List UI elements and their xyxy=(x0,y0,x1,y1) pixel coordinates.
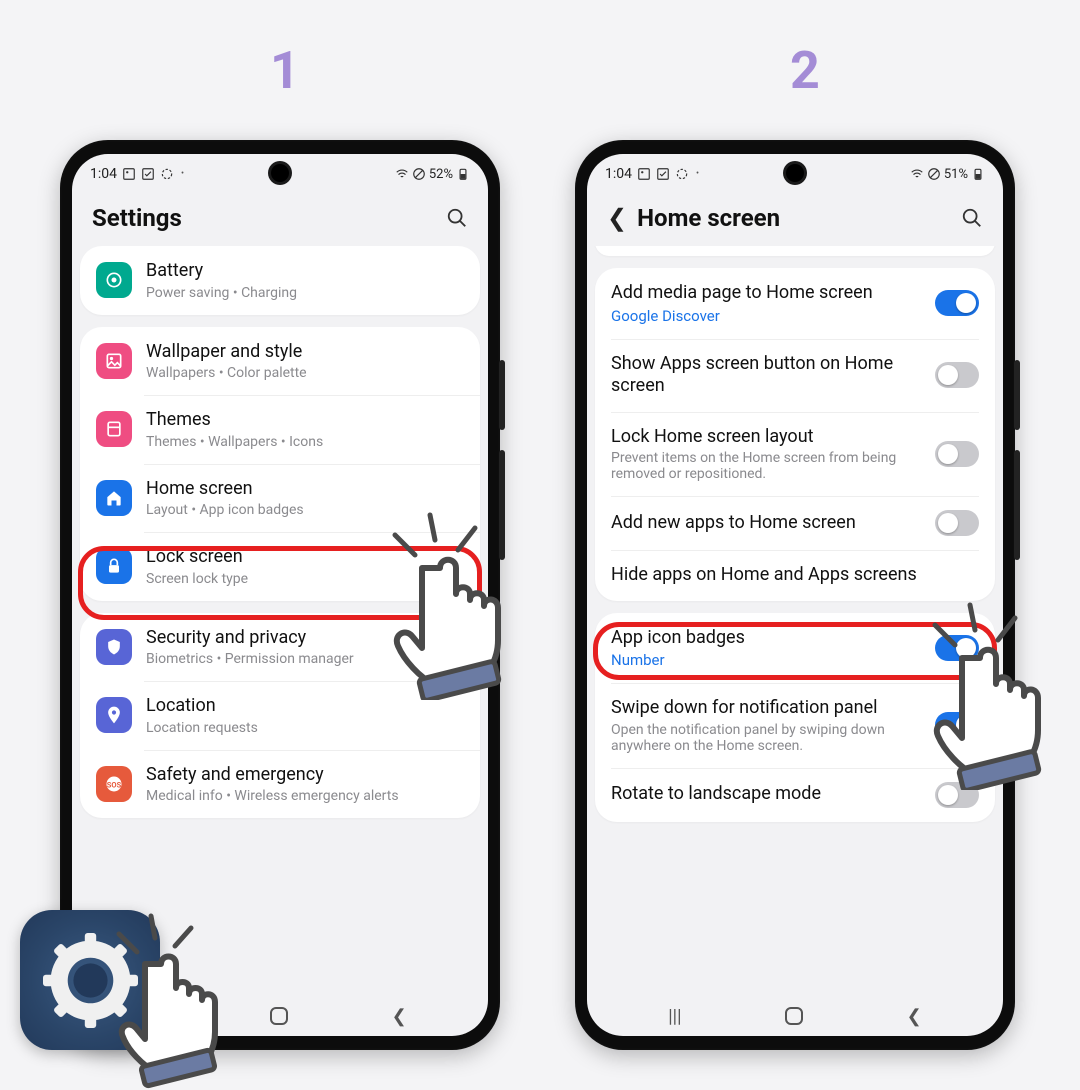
home-screen-header: ❮ Home screen xyxy=(587,190,1003,246)
phone-frame-2: 1:04 • 51% ❮ Home screen Add media page … xyxy=(575,140,1015,1050)
battery-icon xyxy=(971,167,985,181)
settings-header: Settings xyxy=(72,190,488,246)
search-icon[interactable] xyxy=(961,207,983,229)
row-title: Battery xyxy=(146,260,464,283)
row-link: Number xyxy=(611,651,923,669)
toggle[interactable] xyxy=(935,441,979,467)
row-title: Location xyxy=(146,695,464,718)
wifi-icon xyxy=(395,167,409,181)
row-subtitle: Power saving • Charging xyxy=(146,285,464,301)
search-icon[interactable] xyxy=(446,207,468,229)
home-button[interactable] xyxy=(269,1006,289,1026)
settings-app-icon[interactable] xyxy=(20,910,160,1050)
page-title: Home screen xyxy=(637,204,780,232)
row-link: Google Discover xyxy=(611,307,923,325)
row-title: Lock screen xyxy=(146,546,464,569)
front-camera xyxy=(271,164,289,182)
sync-icon xyxy=(675,167,689,181)
row-title: Hide apps on Home and Apps screens xyxy=(611,564,979,587)
step-2-label: 2 xyxy=(790,40,820,101)
check-icon xyxy=(141,167,155,181)
no-signal-icon xyxy=(927,167,941,181)
row-title: Security and privacy xyxy=(146,627,464,650)
android-nav-bar: ||| ❮ xyxy=(587,996,1003,1036)
row-title: Home screen xyxy=(146,478,464,501)
row-subtitle: Location requests xyxy=(146,720,464,736)
no-signal-icon xyxy=(412,167,426,181)
gear-icon xyxy=(43,933,138,1028)
back-chevron[interactable]: ❮ xyxy=(607,206,627,230)
setting-show-apps-screen-button-on-home-screen[interactable]: Show Apps screen button on Home screen xyxy=(595,339,995,412)
settings-row-home-screen[interactable]: Home screenLayout • App icon badges xyxy=(80,464,480,533)
status-time: 1:04 xyxy=(90,166,117,182)
row-title: Add media page to Home screen xyxy=(611,282,923,305)
back-button[interactable]: ❮ xyxy=(392,1006,407,1027)
sync-icon xyxy=(160,167,174,181)
setting-hide-apps-on-home-and-apps-screens[interactable]: Hide apps on Home and Apps screens xyxy=(595,550,995,601)
svg-text:SOS: SOS xyxy=(107,780,122,789)
settings-row-battery[interactable]: Battery Power saving • Charging xyxy=(80,246,480,315)
row-subtitle: Wallpapers • Color palette xyxy=(146,365,464,381)
picture-icon xyxy=(122,167,136,181)
front-camera xyxy=(786,164,804,182)
setting-lock-home-screen-layout[interactable]: Lock Home screen layoutPrevent items on … xyxy=(595,412,995,497)
recents-button[interactable]: ||| xyxy=(668,1006,681,1027)
toggle[interactable] xyxy=(935,635,979,661)
page-title: Settings xyxy=(92,204,182,232)
settings-row-safety-and-emergency[interactable]: SOS Safety and emergencyMedical info • Wi… xyxy=(80,750,480,819)
row-subtitle: Open the notification panel by swiping d… xyxy=(611,722,923,754)
battery-percent: 52% xyxy=(429,167,453,182)
row-title: Wallpaper and style xyxy=(146,341,464,364)
toggle[interactable] xyxy=(935,290,979,316)
row-title: Safety and emergency xyxy=(146,764,464,787)
settings-row-location[interactable]: Location Location requests xyxy=(80,681,480,750)
row-title: Rotate to landscape mode xyxy=(611,783,923,806)
toggle[interactable] xyxy=(935,712,979,738)
status-time: 1:04 xyxy=(605,166,632,182)
battery-percent: 51% xyxy=(944,167,968,182)
settings-row-security-and-privacy[interactable]: Security and privacyBiometrics • Permiss… xyxy=(80,613,480,682)
row-subtitle: Prevent items on the Home screen from be… xyxy=(611,450,923,482)
battery-icon xyxy=(456,167,470,181)
settings-row-themes[interactable]: Themes Themes • Wallpapers • Icons xyxy=(80,395,480,464)
row-subtitle: Themes • Wallpapers • Icons xyxy=(146,434,464,450)
row-title: Swipe down for notification panel xyxy=(611,697,923,720)
setting-add-media-page-to-home-screen[interactable]: Add media page to Home screen Google Disc… xyxy=(595,268,995,339)
row-subtitle: Layout • App icon badges xyxy=(146,502,464,518)
settings-row-lock-screen[interactable]: Lock screen Screen lock type xyxy=(80,532,480,601)
home-button[interactable] xyxy=(784,1006,804,1026)
picture-icon xyxy=(637,167,651,181)
setting-app-icon-badges[interactable]: App icon badgesNumber xyxy=(595,613,995,684)
row-title: Themes xyxy=(146,409,464,432)
toggle[interactable] xyxy=(935,510,979,536)
row-title: Add new apps to Home screen xyxy=(611,512,923,535)
row-title: Show Apps screen button on Home screen xyxy=(611,353,923,398)
toggle[interactable] xyxy=(935,362,979,388)
row-subtitle: Medical info • Wireless emergency alerts xyxy=(146,788,464,804)
step-1-label: 1 xyxy=(270,40,300,101)
setting-add-new-apps-to-home-screen[interactable]: Add new apps to Home screen xyxy=(595,496,995,550)
row-subtitle: Screen lock type xyxy=(146,571,464,587)
toggle[interactable] xyxy=(935,782,979,808)
row-subtitle: Biometrics • Permission manager xyxy=(146,651,464,667)
wifi-icon xyxy=(910,167,924,181)
row-title: Lock Home screen layout xyxy=(611,426,923,449)
row-title: App icon badges xyxy=(611,627,923,650)
check-icon xyxy=(656,167,670,181)
setting-rotate-to-landscape-mode[interactable]: Rotate to landscape mode xyxy=(595,768,995,822)
setting-swipe-down-for-notification-panel[interactable]: Swipe down for notification panelOpen th… xyxy=(595,683,995,768)
back-button[interactable]: ❮ xyxy=(907,1006,922,1027)
settings-row-wallpaper-and-style[interactable]: Wallpaper and styleWallpapers • Color pa… xyxy=(80,327,480,396)
